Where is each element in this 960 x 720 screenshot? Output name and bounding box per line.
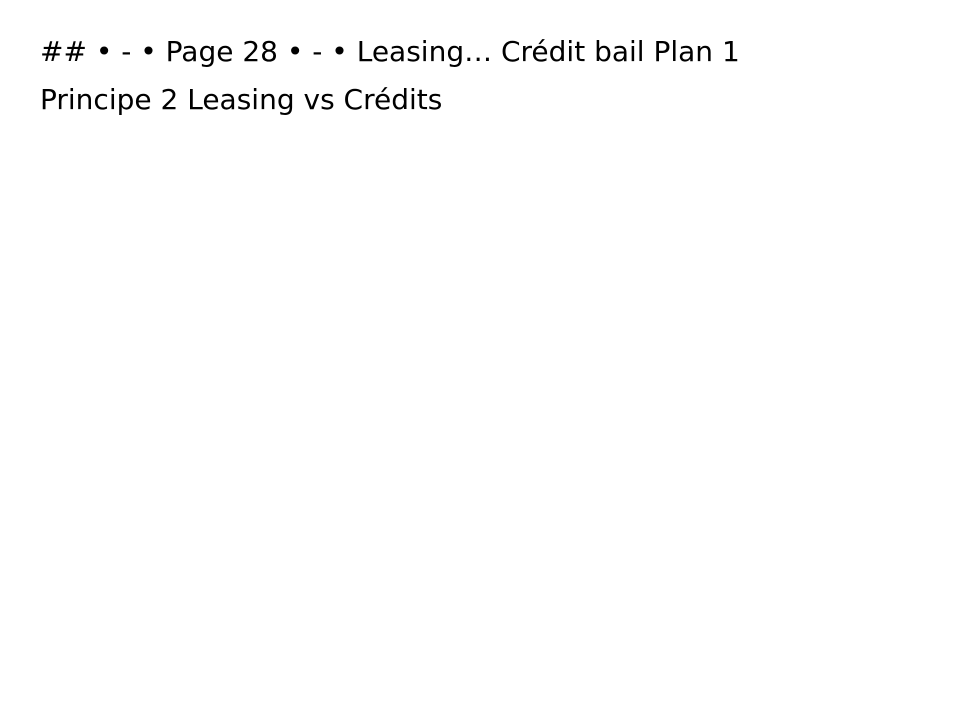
- document-page: ## • - • Page 28 • - • Leasing… Crédit b…: [0, 0, 960, 720]
- document-line-1: ## • - • Page 28 • - • Leasing… Crédit b…: [40, 35, 740, 68]
- document-text-block: ## • - • Page 28 • - • Leasing… Crédit b…: [40, 28, 900, 124]
- document-line-2: Principe 2 Leasing vs Crédits: [40, 83, 443, 116]
